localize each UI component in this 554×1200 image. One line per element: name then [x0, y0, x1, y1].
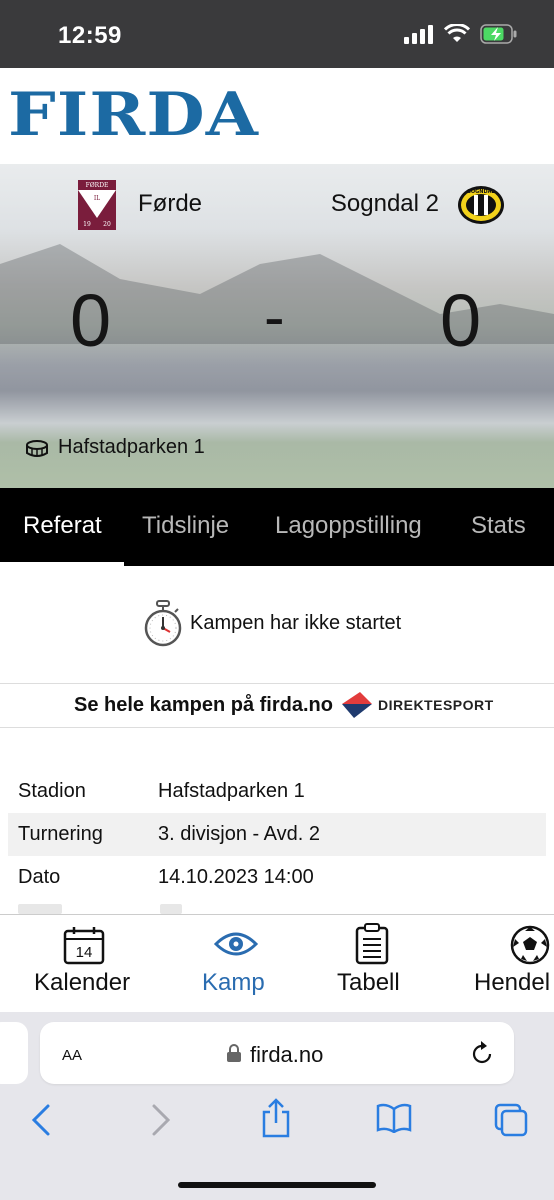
- forward-icon[interactable]: [150, 1103, 172, 1137]
- forde-crest-icon: FØRDE IL 19 20: [78, 180, 116, 230]
- reload-icon[interactable]: [470, 1040, 494, 1066]
- match-tabs: Referat Tidslinje Lagoppstilling Stats: [0, 488, 554, 566]
- match-info-table: Stadion Hafstadparken 1 Turnering 3. div…: [8, 770, 546, 899]
- previous-tab-preview[interactable]: [0, 1022, 28, 1084]
- nav-label-kamp[interactable]: Kamp: [202, 969, 265, 997]
- info-label: Turnering: [18, 823, 103, 845]
- site-logo[interactable]: FIRDA: [8, 80, 259, 150]
- home-score: 0: [70, 279, 112, 362]
- home-indicator: [178, 1182, 376, 1188]
- back-icon[interactable]: [30, 1103, 52, 1137]
- tab-tidslinje[interactable]: Tidslinje: [142, 512, 229, 540]
- nav-label-kalender[interactable]: Kalender: [34, 969, 130, 997]
- status-icons: [404, 24, 518, 44]
- stream-banner-text[interactable]: Se hele kampen på firda.no: [74, 694, 333, 717]
- table-row: Turnering 3. divisjon - Avd. 2: [8, 813, 546, 856]
- nav-label-tabell[interactable]: Tabell: [337, 969, 400, 997]
- info-value: 3. divisjon - Avd. 2: [158, 823, 320, 845]
- svg-text:SOGNDAL: SOGNDAL: [467, 189, 495, 195]
- football-icon: [510, 925, 550, 965]
- svg-text:FØRDE: FØRDE: [86, 182, 109, 189]
- svg-text:19: 19: [83, 221, 91, 228]
- tabs-icon[interactable]: [494, 1103, 528, 1137]
- svg-text:14: 14: [76, 944, 93, 961]
- info-label: Stadion: [18, 780, 86, 802]
- status-bar: 12:59: [0, 0, 554, 68]
- tab-stats[interactable]: Stats: [471, 512, 526, 540]
- svg-text:IL: IL: [94, 195, 100, 202]
- cellular-signal-icon: [404, 25, 433, 44]
- venue-row: Hafstadparken 1: [26, 436, 205, 459]
- match-status-text: Kampen har ikke startet: [190, 612, 402, 634]
- table-row: Dato 14.10.2023 14:00: [8, 856, 546, 899]
- venue-name: Hafstadparken 1: [58, 436, 205, 458]
- direktesport-mark-icon: [342, 692, 372, 718]
- stopwatch-icon: [144, 600, 182, 647]
- away-team-name[interactable]: Sogndal 2: [331, 190, 439, 218]
- tab-lagoppstilling[interactable]: Lagoppstilling: [275, 512, 422, 540]
- info-value: 14.10.2023 14:00: [158, 866, 314, 888]
- score-separator: -: [264, 283, 285, 352]
- direktesport-text: DIREKTESPORT: [378, 697, 494, 713]
- eye-icon: [214, 932, 258, 956]
- lock-icon: [227, 1044, 241, 1062]
- svg-text:20: 20: [103, 221, 111, 228]
- table-row: Stadion Hafstadparken 1: [8, 770, 546, 813]
- wifi-icon: [444, 24, 470, 42]
- clipboard-table-icon: [355, 923, 389, 965]
- url-text[interactable]: firda.no: [250, 1042, 323, 1068]
- status-time: 12:59: [58, 22, 122, 49]
- stadium-icon: [26, 439, 48, 457]
- reader-settings-button[interactable]: AA: [62, 1043, 82, 1066]
- info-label: Dato: [18, 866, 61, 888]
- battery-charging-icon: [480, 24, 517, 44]
- sogndal-crest-icon: SOGNDAL: [458, 186, 504, 224]
- direktesport-logo[interactable]: DIREKTESPORT: [340, 690, 494, 720]
- nav-label-hendelser[interactable]: Hendel: [474, 969, 550, 997]
- home-team-name[interactable]: Førde: [138, 190, 202, 218]
- info-value: Hafstadparken 1: [158, 780, 305, 802]
- site-header: FIRDA: [0, 68, 554, 164]
- bottom-nav: 14 Kalender Kamp Tabell Hendel: [0, 914, 554, 1012]
- share-icon[interactable]: [260, 1098, 292, 1138]
- tab-referat[interactable]: Referat: [23, 512, 102, 540]
- bookmarks-icon[interactable]: [376, 1103, 412, 1133]
- calendar-icon: 14: [63, 927, 105, 965]
- away-score: 0: [440, 279, 482, 362]
